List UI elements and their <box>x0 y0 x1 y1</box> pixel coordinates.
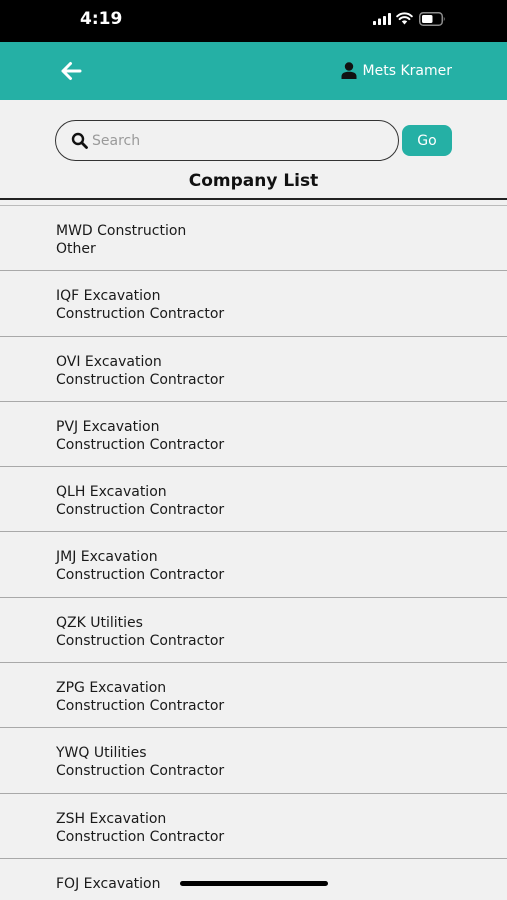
company-type: Construction Contractor <box>56 306 225 323</box>
company-type: Construction Contractor <box>56 436 225 453</box>
go-button[interactable]: Go <box>402 125 452 156</box>
company-name: ZPG Excavation <box>56 680 167 697</box>
company-list-item[interactable]: YWQ Utilities Construction Contractor <box>0 728 507 794</box>
company-name: OVI Excavation <box>56 353 162 370</box>
company-list-item[interactable]: JMJ Excavation Construction Contractor <box>0 532 507 598</box>
company-name: QLH Excavation <box>56 484 167 501</box>
user-profile[interactable]: Mets Kramer <box>341 62 452 79</box>
search-input[interactable] <box>92 129 382 153</box>
company-name: MWD Construction <box>56 223 187 239</box>
user-name: Mets Kramer <box>362 62 452 79</box>
company-list-item[interactable]: FOJ Excavation <box>0 859 507 900</box>
company-list-item[interactable]: OVI Excavation Construction Contractor <box>0 337 507 402</box>
company-type: Construction Contractor <box>56 828 225 845</box>
company-list: MWD Construction Other IQF Excavation Co… <box>0 206 507 900</box>
status-time: 4:19 <box>80 9 123 29</box>
company-name: YWQ Utilities <box>56 745 147 762</box>
company-name: IQF Excavation <box>56 288 161 305</box>
user-icon <box>341 62 357 79</box>
battery-icon <box>419 12 445 26</box>
status-bar: 4:19 <box>0 0 507 42</box>
company-type: Construction Contractor <box>56 763 225 780</box>
company-type: Other <box>56 241 96 257</box>
company-list-item[interactable]: ZPG Excavation Construction Contractor <box>0 663 507 729</box>
title-divider <box>0 198 507 200</box>
search-icon <box>71 132 88 149</box>
company-type: Construction Contractor <box>56 567 225 584</box>
company-type: Construction Contractor <box>56 502 225 519</box>
page-title: Company List <box>188 171 319 191</box>
home-indicator <box>180 881 328 886</box>
company-list-item[interactable]: QLH Excavation Construction Contractor <box>0 467 507 533</box>
company-list-item[interactable]: ZSH Excavation Construction Contractor <box>0 794 507 859</box>
search-box[interactable] <box>55 120 399 161</box>
company-list-item[interactable]: MWD Construction Other <box>0 206 507 272</box>
company-type: Construction Contractor <box>56 698 225 715</box>
company-name: ZSH Excavation <box>56 810 167 827</box>
company-list-item[interactable]: QZK Utilities Construction Contractor <box>0 598 507 664</box>
app-header: Mets Kramer <box>0 42 507 100</box>
back-arrow-icon[interactable] <box>58 59 84 83</box>
company-type: Construction Contractor <box>56 371 225 388</box>
company-name: JMJ Excavation <box>56 549 158 566</box>
wifi-icon <box>396 12 413 25</box>
company-list-item[interactable]: PVJ Excavation Construction Contractor <box>0 402 507 468</box>
company-list-item[interactable]: IQF Excavation Construction Contractor <box>0 271 507 337</box>
cellular-signal-icon <box>373 13 391 25</box>
company-name: QZK Utilities <box>56 614 143 631</box>
company-name: PVJ Excavation <box>56 418 160 435</box>
company-type: Construction Contractor <box>56 632 225 649</box>
